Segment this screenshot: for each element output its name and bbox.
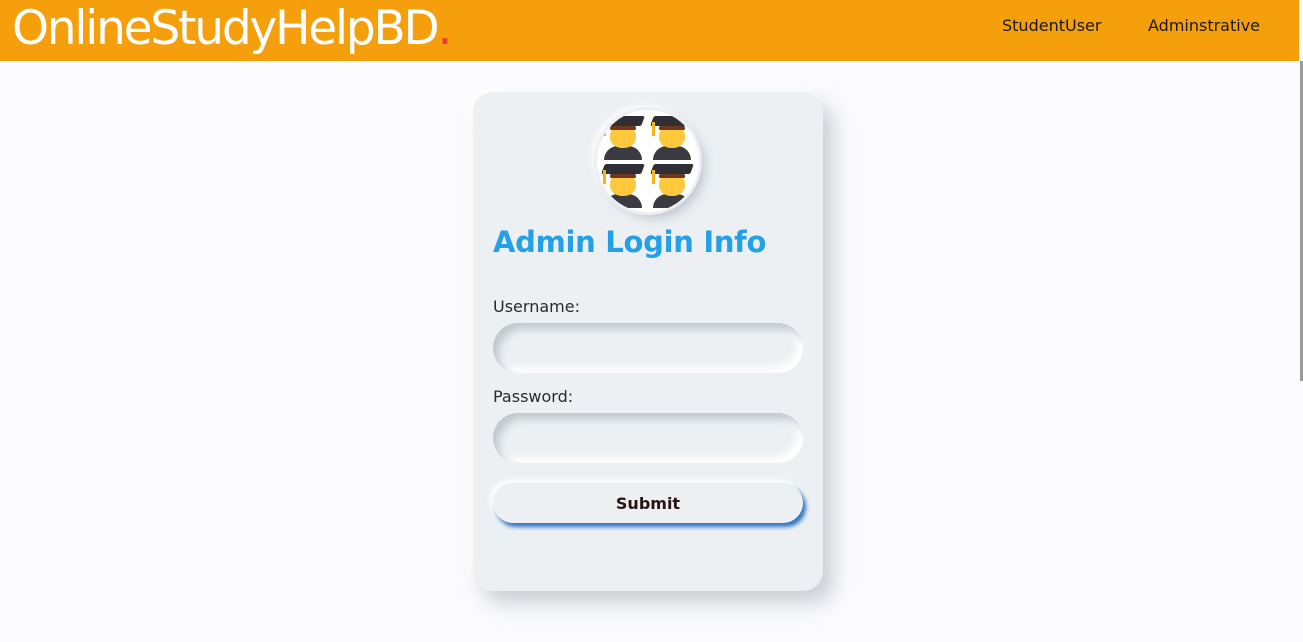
nav-link-administrative[interactable]: Adminstrative [1148, 16, 1260, 35]
brand-dot: . [437, 1, 453, 56]
graduate-icon [649, 160, 695, 208]
graduate-students-icon [597, 110, 699, 212]
admin-login-card: Admin Login Info Username: Password: Sub… [473, 92, 823, 591]
username-label: Username: [493, 297, 580, 316]
nav-link-student-user[interactable]: StudentUser [1002, 16, 1101, 35]
password-input[interactable] [493, 413, 803, 463]
password-label: Password: [493, 387, 574, 406]
submit-button[interactable]: Submit [493, 483, 803, 523]
navbar: OnlineStudyHelpBD. StudentUser Adminstra… [0, 0, 1299, 61]
login-title: Admin Login Info [493, 225, 767, 259]
username-input[interactable] [493, 323, 803, 373]
graduate-icon [649, 112, 695, 160]
graduate-icon [600, 160, 646, 208]
brand-name: OnlineStudyHelpBD [12, 1, 440, 56]
brand-logo[interactable]: OnlineStudyHelpBD. [12, 0, 453, 60]
graduate-icon [600, 112, 646, 160]
